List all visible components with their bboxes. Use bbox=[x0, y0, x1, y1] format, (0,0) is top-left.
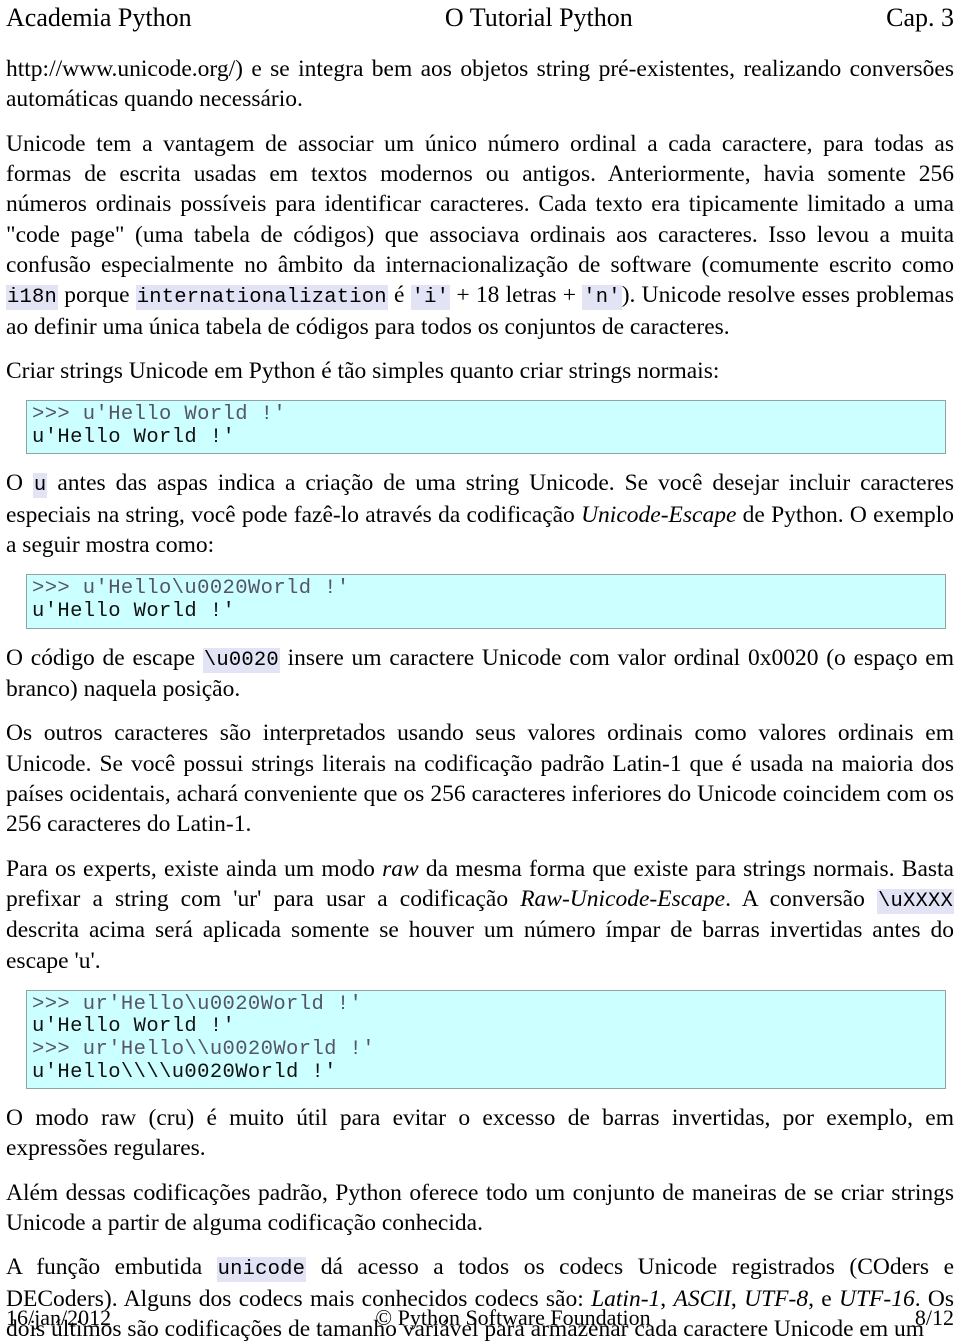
inline-code-internationalization: internationalization bbox=[135, 285, 388, 311]
emphasis-raw: raw bbox=[382, 855, 419, 882]
p7-lead: Para os experts, existe ainda um modo bbox=[6, 855, 383, 882]
code-line-output: u'Hello World !' bbox=[32, 425, 236, 449]
p4-lead: O bbox=[6, 470, 33, 497]
p2-text: Unicode tem a vantagem de associar um ún… bbox=[6, 130, 954, 278]
paragraph-escape-u0020: O código de escape \u0020 insere um cara… bbox=[6, 643, 954, 705]
p2-mid1: porque bbox=[58, 282, 136, 309]
document-body: http://www.unicode.org/) e se integra be… bbox=[6, 54, 954, 1344]
p7-mid2: . A conversão bbox=[725, 885, 877, 912]
code-line-prompt: >>> ur'Hello\\u0020World !' bbox=[32, 1037, 375, 1061]
p2-mid2: é bbox=[387, 282, 411, 309]
running-header: Academia Python O Tutorial Python Cap. 3 bbox=[6, 0, 954, 38]
code-line-prompt: >>> u'Hello World !' bbox=[32, 403, 287, 427]
code-block-raw-unicode: >>> ur'Hello\u0020World !' u'Hello World… bbox=[26, 989, 946, 1090]
paragraph-intro-text: http://www.unicode.org/) e se integra be… bbox=[6, 56, 954, 113]
paragraph-other-encodings: Além dessas codificações padrão, Python … bbox=[6, 1178, 954, 1239]
p6-text: Os outros caracteres são interpretados u… bbox=[6, 720, 954, 838]
document-page: Academia Python O Tutorial Python Cap. 3… bbox=[0, 0, 960, 1343]
emphasis-unicode-escape: Unicode-Escape bbox=[581, 501, 737, 528]
running-footer: 16/jan/2012 © Python Software Foundation… bbox=[6, 1305, 954, 1331]
p5-lead: O código de escape bbox=[6, 644, 203, 671]
footer-page-number: 8/12 bbox=[914, 1305, 954, 1330]
paragraph-criar-strings: Criar strings Unicode em Python é tão si… bbox=[6, 356, 954, 386]
p8-text: O modo raw (cru) é muito útil para evita… bbox=[6, 1105, 954, 1162]
paragraph-raw-mode: Para os experts, existe ainda um modo ra… bbox=[6, 854, 954, 976]
inline-code-i18n: i18n bbox=[6, 285, 59, 311]
footer-date: 16/jan/2012 bbox=[6, 1305, 112, 1330]
header-left: Academia Python bbox=[6, 3, 192, 32]
inline-code-unicode: unicode bbox=[216, 1257, 307, 1283]
paragraph-intro: http://www.unicode.org/) e se integra be… bbox=[6, 54, 954, 115]
paragraph-latin1: Os outros caracteres são interpretados u… bbox=[6, 718, 954, 839]
code-line-output: u'Hello\\\\u0020World !' bbox=[32, 1060, 337, 1084]
code-line-output: u'Hello World !' bbox=[32, 1015, 236, 1039]
inline-code-u: u bbox=[32, 473, 48, 499]
emphasis-raw-unicode-escape: Raw-Unicode-Escape bbox=[520, 885, 726, 912]
p10-lead: A função embutida bbox=[6, 1254, 217, 1281]
footer-copyright: © Python Software Foundation bbox=[375, 1305, 651, 1330]
inline-code-u0020: \u0020 bbox=[202, 647, 280, 673]
paragraph-unicode-advantage: Unicode tem a vantagem de associar um ún… bbox=[6, 129, 954, 342]
code-block-hello-world: >>> u'Hello World !' u'Hello World !' bbox=[26, 400, 946, 455]
header-center: O Tutorial Python bbox=[444, 3, 633, 32]
p3-text: Criar strings Unicode em Python é tão si… bbox=[6, 357, 720, 384]
paragraph-raw-useful: O modo raw (cru) é muito útil para evita… bbox=[6, 1103, 954, 1164]
header-right: Cap. 3 bbox=[886, 3, 954, 32]
code-block-unicode-escape: >>> u'Hello\u0020World !' u'Hello World … bbox=[26, 574, 946, 629]
inline-code-uxxxx: \uXXXX bbox=[876, 888, 954, 914]
code-line-prompt: >>> u'Hello\u0020World !' bbox=[32, 577, 350, 601]
inline-code-n: 'n' bbox=[582, 285, 622, 311]
code-line-prompt: >>> ur'Hello\u0020World !' bbox=[32, 992, 363, 1016]
p7-tail: descrita acima será aplicada somente se … bbox=[6, 917, 954, 974]
p9-text: Além dessas codificações padrão, Python … bbox=[6, 1179, 954, 1236]
p2-mid3: + 18 letras + bbox=[450, 282, 583, 309]
inline-code-i: 'i' bbox=[410, 285, 451, 311]
paragraph-u-prefix: O u antes das aspas indica a criação de … bbox=[6, 468, 954, 560]
code-line-output: u'Hello World !' bbox=[32, 599, 236, 623]
